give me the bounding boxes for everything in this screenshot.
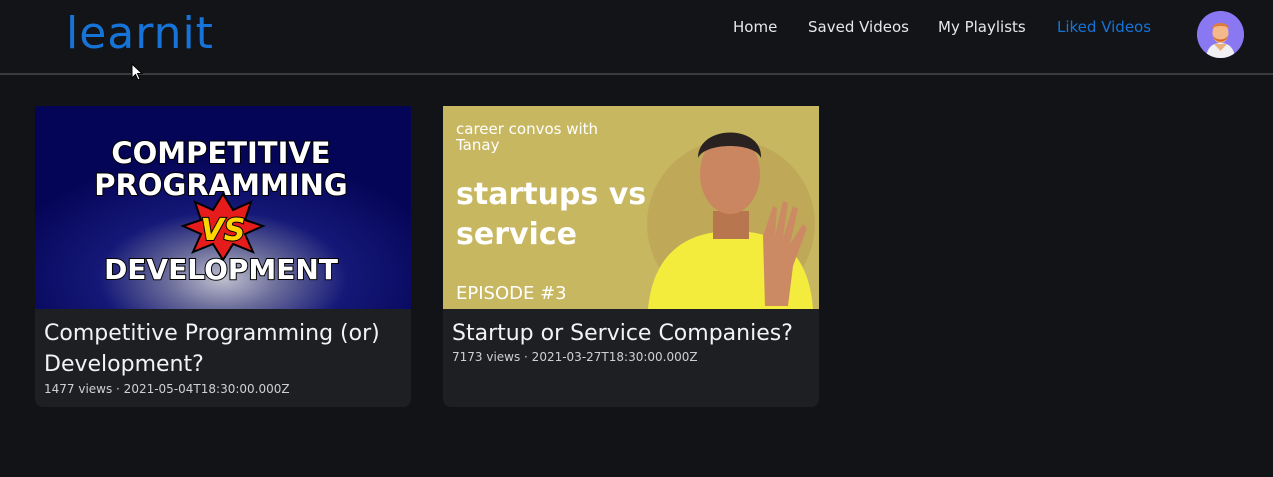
video-thumbnail[interactable]: career convos with Tanay startups vs ser… xyxy=(443,106,819,309)
navbar: learnit Home Saved Videos My Playlists L… xyxy=(0,0,1273,75)
thumb-headline1: startups vs xyxy=(456,177,646,212)
nav-home[interactable]: Home xyxy=(733,18,777,36)
video-card[interactable]: COMPETITIVE PROGRAMMING VS DEVELOPMENT C… xyxy=(35,106,411,407)
thumb-badge: VS xyxy=(201,213,246,248)
logo[interactable]: learnit xyxy=(66,6,214,62)
thumb-episode: EPISODE #3 xyxy=(456,283,567,304)
nav-saved-videos[interactable]: Saved Videos xyxy=(808,18,909,36)
mouse-cursor-icon xyxy=(131,63,143,81)
video-title[interactable]: Competitive Programming (or) Development… xyxy=(44,318,404,380)
thumb-text-line1: COMPETITIVE xyxy=(111,136,330,170)
video-thumbnail[interactable]: COMPETITIVE PROGRAMMING VS DEVELOPMENT xyxy=(35,106,411,309)
video-card[interactable]: career convos with Tanay startups vs ser… xyxy=(443,106,819,407)
video-title[interactable]: Startup or Service Companies? xyxy=(452,318,812,349)
video-meta: 7173 views · 2021-03-27T18:30:00.000Z xyxy=(452,350,698,364)
thumb-headline2: service xyxy=(456,217,577,252)
thumb-text-line3: DEVELOPMENT xyxy=(104,253,338,286)
thumb-caption2: Tanay xyxy=(455,136,500,154)
user-avatar-icon[interactable] xyxy=(1197,11,1244,58)
nav-my-playlists[interactable]: My Playlists xyxy=(938,18,1026,36)
nav-liked-videos[interactable]: Liked Videos xyxy=(1057,18,1151,36)
video-meta: 1477 views · 2021-05-04T18:30:00.000Z xyxy=(44,382,290,396)
